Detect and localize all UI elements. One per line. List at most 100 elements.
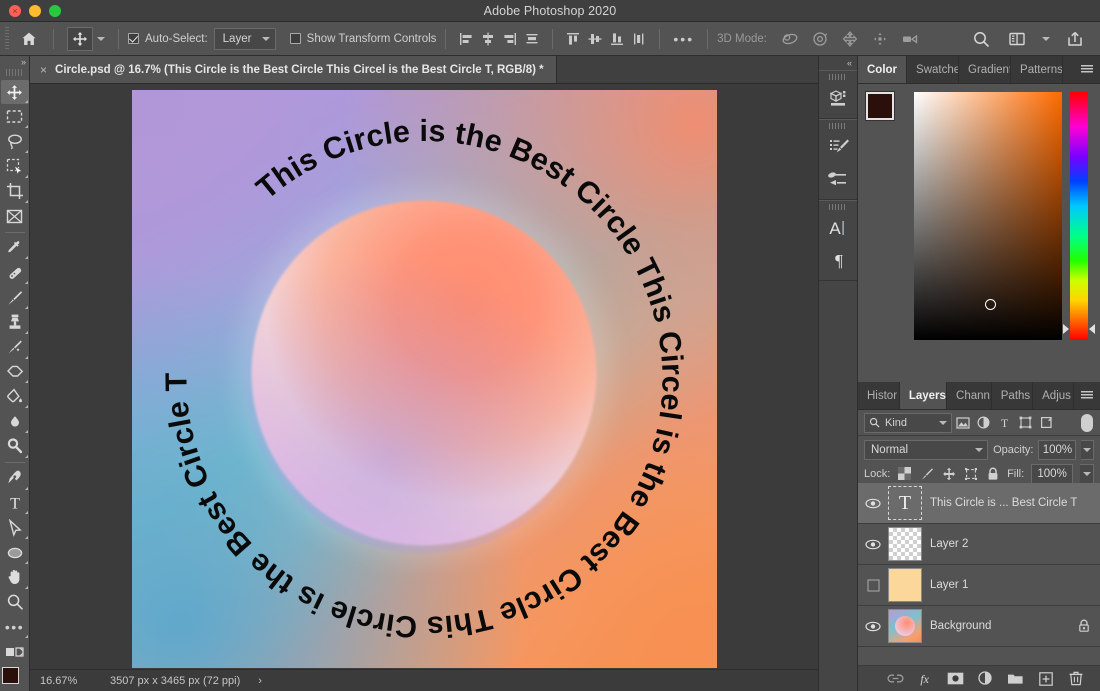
filter-pixel-icon[interactable] (952, 413, 973, 433)
object-selection-tool[interactable] (1, 154, 29, 179)
tab-paths[interactable]: Paths (992, 382, 1034, 409)
spot-healing-brush-tool[interactable] (1, 260, 29, 285)
close-icon[interactable]: × (40, 63, 47, 77)
foreground-color-swatch[interactable] (1, 667, 19, 685)
layer-thumbnail[interactable] (888, 609, 922, 643)
hand-tool[interactable] (1, 565, 29, 590)
options-bar-grip[interactable] (2, 26, 12, 51)
tab-adjustments[interactable]: Adjus (1033, 382, 1074, 409)
crop-tool[interactable] (1, 179, 29, 204)
toolbar-collapse-button[interactable]: » (0, 56, 29, 69)
rail-grip[interactable] (829, 204, 847, 210)
toolbar-grip[interactable] (5, 69, 24, 76)
auto-select-scope-dropdown[interactable]: Layer (213, 27, 276, 50)
canvas-viewport[interactable]: This Circle is the Best Circle This Circ… (30, 84, 818, 669)
dodge-tool[interactable] (1, 434, 29, 459)
frame-tool[interactable] (1, 204, 29, 229)
lock-image-pixels-icon[interactable] (919, 466, 934, 481)
filter-adjustment-icon[interactable] (973, 413, 994, 433)
edit-toolbar-button[interactable]: ••• (1, 615, 29, 640)
table-row[interactable]: Background (858, 606, 1100, 647)
align-vertical-centers-icon[interactable] (584, 28, 606, 50)
layer-filter-kind-dropdown[interactable]: Kind (864, 412, 952, 433)
more-options-button[interactable]: ••• (669, 32, 698, 46)
color-swatches[interactable] (1, 666, 29, 691)
home-icon[interactable] (14, 26, 44, 52)
share-icon[interactable] (1064, 28, 1086, 50)
path-selection-tool[interactable] (1, 515, 29, 540)
eraser-tool[interactable] (1, 360, 29, 385)
slide-3d-icon[interactable] (869, 28, 891, 50)
link-layers-icon[interactable] (887, 670, 904, 687)
search-icon[interactable] (970, 28, 992, 50)
lock-transparent-pixels-icon[interactable] (897, 466, 912, 481)
workspace-icon[interactable] (1006, 28, 1028, 50)
layer-style-fx-icon[interactable]: fx (917, 670, 934, 687)
move-tool[interactable] (0, 79, 29, 105)
panel-menu-icon[interactable] (1074, 56, 1100, 83)
filter-shape-icon[interactable] (1015, 413, 1036, 433)
document-tab[interactable]: × Circle.psd @ 16.7% (This Circle is the… (30, 56, 557, 83)
blend-mode-dropdown[interactable]: Normal (864, 439, 989, 460)
circular-text-layer[interactable]: This Circle is the Best Circle This Circ… (132, 90, 717, 668)
lock-artboard-nesting-icon[interactable] (963, 466, 978, 481)
chevron-down-icon[interactable] (97, 36, 105, 41)
color-field-cursor[interactable] (985, 299, 996, 310)
rail-collapse-button[interactable]: « (819, 56, 857, 70)
clone-stamp-tool[interactable] (1, 310, 29, 335)
layer-name[interactable]: Layer 2 (930, 538, 968, 550)
table-row[interactable]: Layer 2 (858, 524, 1100, 565)
new-adjustment-layer-icon[interactable] (977, 670, 994, 687)
layer-thumbnail[interactable] (888, 568, 922, 602)
layer-name[interactable]: Layer 1 (930, 579, 968, 591)
panel-menu-icon[interactable] (1074, 382, 1100, 409)
distribute-horizontal-icon[interactable] (521, 28, 543, 50)
layer-visibility-toggle[interactable] (858, 524, 888, 565)
paragraph-panel-icon[interactable]: ¶ (819, 244, 859, 276)
artboard[interactable]: This Circle is the Best Circle This Circ… (131, 90, 717, 668)
filter-enable-toggle[interactable] (1081, 413, 1094, 433)
distribute-vertical-icon[interactable] (628, 28, 650, 50)
align-left-edges-icon[interactable] (455, 28, 477, 50)
new-group-icon[interactable] (1007, 670, 1024, 687)
tab-gradient[interactable]: Gradient (959, 56, 1012, 83)
layer-visibility-toggle[interactable] (858, 483, 888, 524)
chevron-down-icon[interactable] (1042, 36, 1050, 41)
rectangular-marquee-tool[interactable] (1, 104, 29, 129)
lock-all-icon[interactable] (985, 466, 1000, 481)
layer-name[interactable]: Background (930, 620, 991, 632)
layer-visibility-toggle[interactable] (858, 565, 888, 606)
libraries-icon[interactable] (819, 82, 859, 114)
layer-list[interactable]: T This Circle is ... Best Circle T Layer… (858, 483, 1100, 665)
table-row[interactable]: Layer 1 (858, 565, 1100, 606)
layer-visibility-toggle[interactable] (858, 606, 888, 647)
hue-slider-thumb-right[interactable] (1089, 324, 1095, 334)
foreground-color-swatch[interactable] (866, 92, 894, 120)
align-horizontal-centers-icon[interactable] (477, 28, 499, 50)
brush-settings-icon[interactable] (819, 131, 859, 163)
brush-tool[interactable] (1, 285, 29, 310)
rail-grip[interactable] (829, 74, 847, 80)
tab-layers[interactable]: Layers (899, 382, 948, 409)
layer-thumbnail[interactable]: T (888, 486, 922, 520)
hue-slider[interactable] (1063, 92, 1095, 340)
hue-slider-thumb-left[interactable] (1063, 324, 1069, 334)
opacity-stepper[interactable] (1081, 439, 1094, 460)
tab-swatches[interactable]: Swatches (907, 56, 960, 83)
color-panel-swatches[interactable] (866, 92, 906, 132)
eyedropper-tool[interactable] (1, 236, 29, 261)
new-layer-icon[interactable] (1037, 670, 1054, 687)
tab-patterns[interactable]: Patterns (1011, 56, 1064, 83)
quick-mask-icon[interactable] (1, 639, 29, 664)
layer-thumbnail[interactable] (888, 527, 922, 561)
rail-grip[interactable] (829, 123, 847, 129)
filter-smartobject-icon[interactable] (1036, 413, 1057, 433)
table-row[interactable]: T This Circle is ... Best Circle T (858, 483, 1100, 524)
type-tool[interactable]: T (1, 491, 29, 516)
fill-stepper[interactable] (1080, 463, 1094, 484)
zoom-tool[interactable] (1, 590, 29, 615)
tab-history[interactable]: Histor (858, 382, 900, 409)
tab-channels[interactable]: Chann (947, 382, 992, 409)
align-right-edges-icon[interactable] (499, 28, 521, 50)
history-brush-tool[interactable] (1, 335, 29, 360)
